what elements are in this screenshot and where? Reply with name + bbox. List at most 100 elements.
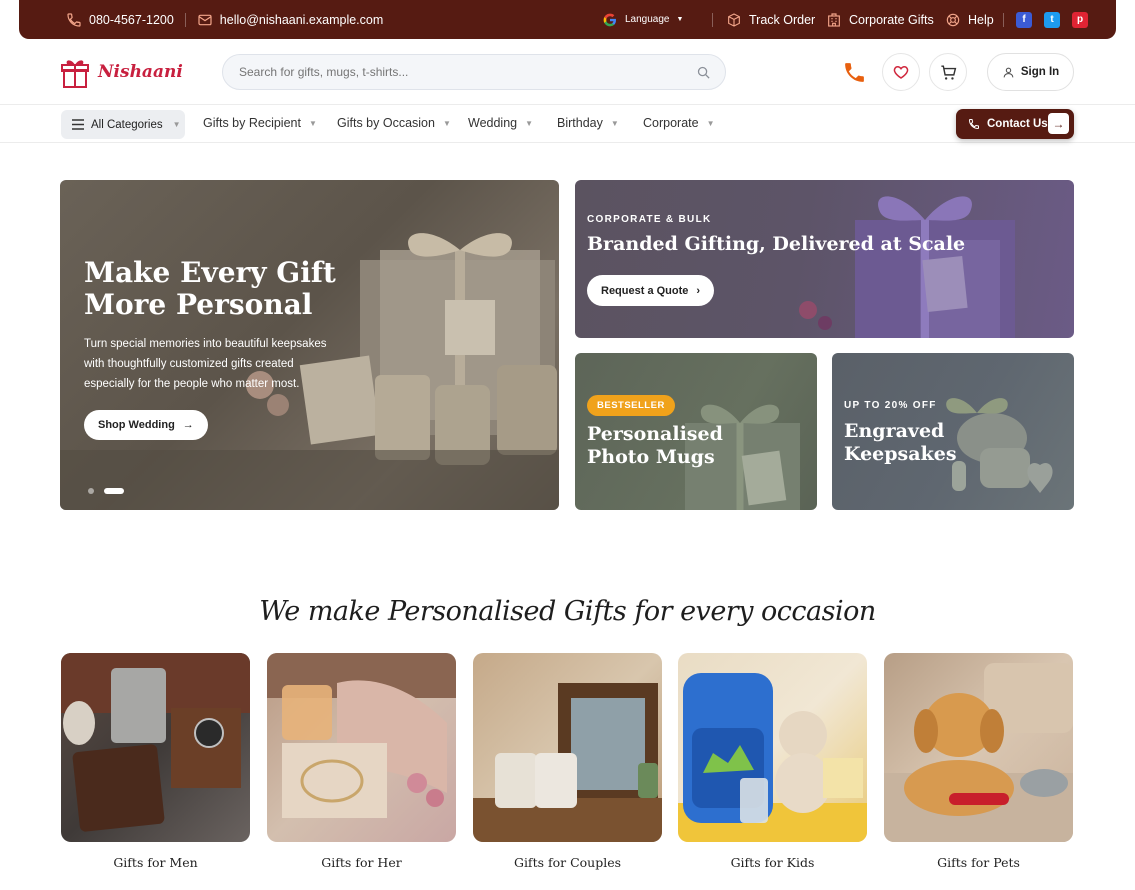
chevron-down-icon: ▼	[442, 118, 451, 128]
corporate-gifts-label: Corporate Gifts	[849, 12, 934, 27]
hero-description: Turn special memories into beautiful kee…	[84, 334, 326, 394]
heart-icon	[893, 65, 909, 79]
user-icon	[1003, 67, 1014, 77]
mugs-title-line: Photo Mugs	[587, 446, 715, 468]
nav-item-label: Corporate	[643, 116, 699, 130]
category-label: Gifts for Pets	[937, 855, 1020, 870]
men-gifts-illustration	[61, 653, 250, 832]
all-categories-label: All Categories	[91, 118, 163, 131]
menu-icon	[72, 119, 84, 130]
couples-gifts-illustration	[473, 683, 662, 842]
category-card-her[interactable]: Gifts for Her	[267, 653, 456, 870]
category-image-men	[61, 653, 250, 842]
promo-card-keepsakes[interactable]: UP TO 20% OFF Engraved Keepsakes	[832, 353, 1074, 510]
category-image-her	[267, 653, 456, 842]
nav-item-corporate[interactable]: Corporate ▼	[643, 116, 715, 130]
pets-gifts-illustration	[884, 663, 1073, 842]
track-order-link[interactable]: Track Order	[726, 12, 815, 28]
corporate-gifts-link[interactable]: Corporate Gifts	[826, 12, 934, 28]
arrow-right-icon: →	[182, 419, 194, 431]
logo[interactable]: Nishaani	[60, 53, 183, 91]
kids-gifts-illustration	[678, 673, 867, 842]
request-quote-button[interactable]: Request a Quote ›	[587, 275, 715, 306]
hero-title-line: More Personal	[84, 288, 313, 321]
language-selector[interactable]: Language ▼	[602, 12, 683, 28]
box-icon	[728, 12, 740, 27]
category-label: Gifts for Her	[321, 855, 402, 870]
category-card-men[interactable]: Gifts for Men	[61, 653, 250, 870]
pinterest-icon[interactable]: p	[1072, 11, 1088, 28]
category-card-kids[interactable]: Gifts for Kids	[678, 653, 867, 870]
hero-text-line: especially for the people who matter mos…	[84, 378, 300, 390]
bestseller-badge: BESTSELLER	[587, 395, 675, 416]
phone-text: 080-4567-1200	[89, 12, 174, 27]
search-icon[interactable]	[696, 65, 711, 80]
chevron-down-icon: ▼	[676, 16, 684, 23]
category-image-pets	[884, 653, 1073, 842]
building-icon	[828, 12, 840, 27]
her-gifts-illustration	[267, 653, 456, 818]
gift-logo-icon	[61, 60, 89, 88]
keepsakes-title: Engraved Keepsakes	[844, 420, 957, 466]
phone-link[interactable]: 080-4567-1200	[66, 12, 174, 28]
facebook-icon[interactable]: f	[1016, 11, 1032, 28]
shop-wedding-label: Shop Wedding	[98, 419, 175, 431]
chevron-right-icon: ›	[696, 284, 701, 297]
nav-item-label: Wedding	[468, 116, 518, 130]
corporate-gift-illustration	[799, 196, 1015, 338]
arrow-right-icon: →	[1048, 113, 1069, 134]
keepsakes-eyebrow: UP TO 20% OFF	[844, 400, 937, 411]
cart-button[interactable]	[929, 53, 967, 91]
logo-text: Nishaani	[98, 62, 183, 82]
nav-item-wedding[interactable]: Wedding ▼	[468, 116, 533, 130]
divider	[184, 12, 186, 27]
category-card-couples[interactable]: Gifts for Couples	[473, 653, 662, 870]
corporate-eyebrow: CORPORATE & BULK	[587, 214, 712, 225]
wishlist-button[interactable]	[882, 53, 920, 91]
promo-card-corporate[interactable]: CORPORATE & BULK Branded Gifting, Delive…	[575, 180, 1074, 338]
chevron-down-icon: ▼	[610, 118, 619, 128]
chevron-down-icon: ▼	[706, 118, 715, 128]
corporate-title: Branded Gifting, Delivered at Scale	[587, 233, 966, 255]
hero-text-line: Turn special memories into beautiful kee…	[84, 338, 327, 350]
promo-card-mugs[interactable]: Personalised Photo Mugs	[575, 353, 817, 510]
nav-item-gifts-by-occasion[interactable]: Gifts by Occasion ▼	[337, 116, 451, 130]
nav-item-label: Gifts by Recipient	[203, 116, 301, 130]
carousel-dot[interactable]	[88, 488, 94, 494]
category-image-couples	[473, 653, 662, 842]
nav-item-birthday[interactable]: Birthday ▼	[557, 116, 619, 130]
search-input[interactable]	[239, 65, 696, 79]
track-order-label: Track Order	[749, 12, 816, 27]
lifebuoy-icon	[946, 13, 960, 26]
contact-us-label: Contact Us	[987, 118, 1048, 130]
nav-item-label: Birthday	[557, 116, 603, 130]
main-header: Nishaani Sign In	[0, 39, 1135, 105]
nav-item-label: Gifts by Occasion	[337, 116, 435, 130]
keepsakes-title-line: Keepsakes	[844, 443, 957, 465]
contact-us-button[interactable]: Contact Us →	[956, 109, 1074, 139]
search-bar[interactable]	[222, 54, 726, 90]
email-link[interactable]: hello@nishaani.example.com	[197, 12, 383, 28]
category-card-pets[interactable]: Gifts for Pets	[884, 653, 1073, 870]
category-label: Gifts for Men	[113, 855, 198, 870]
category-label: Gifts for Kids	[730, 855, 815, 870]
section-title: We make Personalised Gifts for every occ…	[259, 596, 876, 627]
mugs-title-line: Personalised	[587, 423, 723, 445]
email-text: hello@nishaani.example.com	[219, 12, 384, 27]
category-image-kids	[678, 653, 867, 842]
call-button[interactable]	[842, 60, 867, 90]
google-icon	[603, 13, 616, 26]
keepsakes-title-line: Engraved	[844, 420, 945, 442]
chevron-down-icon: ▼	[308, 118, 317, 128]
cart-icon	[940, 64, 956, 80]
help-link[interactable]: Help	[945, 12, 994, 28]
carousel-dot-active[interactable]	[104, 488, 124, 494]
divider	[1003, 12, 1004, 27]
sign-in-button[interactable]: Sign In	[987, 53, 1074, 91]
nav-item-gifts-by-recipient[interactable]: Gifts by Recipient ▼	[203, 116, 317, 130]
chevron-down-icon: ▼	[525, 118, 534, 128]
shop-wedding-button[interactable]: Shop Wedding →	[84, 410, 208, 440]
twitter-icon[interactable]: t	[1044, 11, 1060, 28]
all-categories-button[interactable]: All Categories ▼	[61, 110, 185, 139]
mail-icon	[198, 14, 212, 25]
